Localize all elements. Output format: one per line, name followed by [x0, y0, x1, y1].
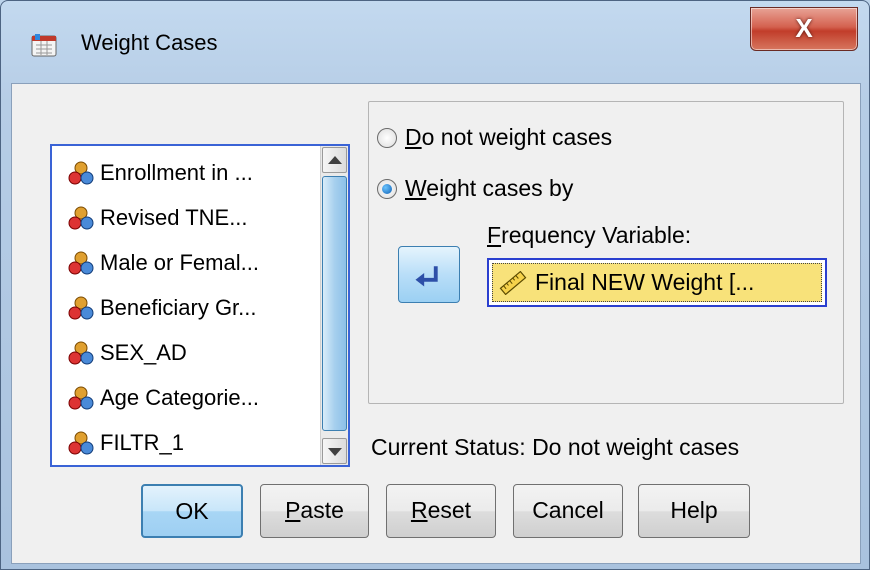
current-status: Current Status: Do not weight cases: [371, 434, 740, 460]
frequency-variable-value: Final NEW Weight [...: [535, 269, 755, 295]
frequency-variable-item[interactable]: Final NEW Weight [...: [492, 263, 822, 302]
title-bar[interactable]: Weight Cases X: [1, 1, 869, 81]
do-not-weight-radio[interactable]: [377, 127, 397, 148]
nominal-variable-icon: [68, 341, 94, 365]
scroll-thumb[interactable]: [322, 176, 347, 431]
variable-label: SEX_AD: [100, 339, 187, 365]
ok-button[interactable]: OK: [141, 484, 243, 538]
frequency-variable-label: Frequency Variable:: [487, 222, 692, 248]
weight-cases-dialog: Weight Cases X Enrollment in ... Revised …: [0, 0, 870, 570]
nominal-variable-icon: [68, 161, 94, 185]
variable-list-scrollbar[interactable]: [320, 146, 348, 465]
close-icon: X: [795, 13, 813, 43]
weight-cases-by-radio[interactable]: [377, 178, 397, 199]
variable-items: Enrollment in ... Revised TNE... Male or F…: [52, 150, 320, 465]
variable-label: Beneficiary Gr...: [100, 294, 257, 320]
do-not-weight-option[interactable]: Do not weight cases: [377, 124, 612, 151]
scroll-down-button[interactable]: [322, 438, 347, 464]
weight-cases-by-label: Weight cases by: [405, 175, 574, 201]
variable-label: Age Categorie...: [100, 384, 259, 410]
ok-button-label: OK: [175, 498, 209, 524]
chevron-up-icon: [328, 156, 342, 164]
ruler-icon: [499, 270, 527, 295]
nominal-variable-icon: [68, 251, 94, 275]
frequency-variable-field[interactable]: Final NEW Weight [...: [487, 258, 827, 307]
cancel-button[interactable]: Cancel: [513, 484, 623, 538]
variable-list-item[interactable]: Male or Femal...: [52, 240, 320, 285]
paste-button[interactable]: Paste: [260, 484, 369, 538]
weight-options-group: Do not weight cases Weight cases by Freq…: [368, 101, 844, 404]
variable-list-item[interactable]: Beneficiary Gr...: [52, 285, 320, 330]
variable-list-item[interactable]: SEX_AD: [52, 330, 320, 375]
weight-cases-app-icon: [31, 34, 57, 57]
variable-label: FILTR_1: [100, 429, 184, 455]
variable-list-item[interactable]: Age Categorie...: [52, 375, 320, 420]
help-button-label: Help: [670, 497, 718, 523]
nominal-variable-icon: [68, 296, 94, 320]
variable-label: Male or Femal...: [100, 249, 259, 275]
nominal-variable-icon: [68, 206, 94, 230]
variable-label: Revised TNE...: [100, 204, 248, 230]
cancel-button-label: Cancel: [532, 497, 604, 523]
variable-list-item[interactable]: Revised TNE...: [52, 195, 320, 240]
scroll-up-button[interactable]: [322, 147, 347, 173]
variable-list[interactable]: Enrollment in ... Revised TNE... Male or F…: [50, 144, 350, 467]
reset-button-label: Reset: [410, 497, 472, 523]
help-button[interactable]: Help: [638, 484, 750, 538]
window-title: Weight Cases: [81, 30, 218, 55]
do-not-weight-label: Do not weight cases: [405, 124, 613, 150]
reset-button[interactable]: Reset: [386, 484, 496, 538]
paste-button-label: Paste: [285, 497, 344, 523]
weight-cases-by-option[interactable]: Weight cases by: [377, 175, 573, 202]
variable-label: Enrollment in ...: [100, 159, 253, 185]
variable-list-item[interactable]: Enrollment in ...: [52, 150, 320, 195]
dialog-body: Enrollment in ... Revised TNE... Male or F…: [11, 83, 861, 564]
variable-list-item[interactable]: FILTR_1: [52, 420, 320, 465]
close-button[interactable]: X: [750, 7, 858, 51]
chevron-down-icon: [328, 448, 342, 456]
nominal-variable-icon: [68, 431, 94, 455]
move-variable-button[interactable]: [398, 246, 460, 303]
arrow-left-icon: [415, 266, 438, 287]
nominal-variable-icon: [68, 386, 94, 410]
